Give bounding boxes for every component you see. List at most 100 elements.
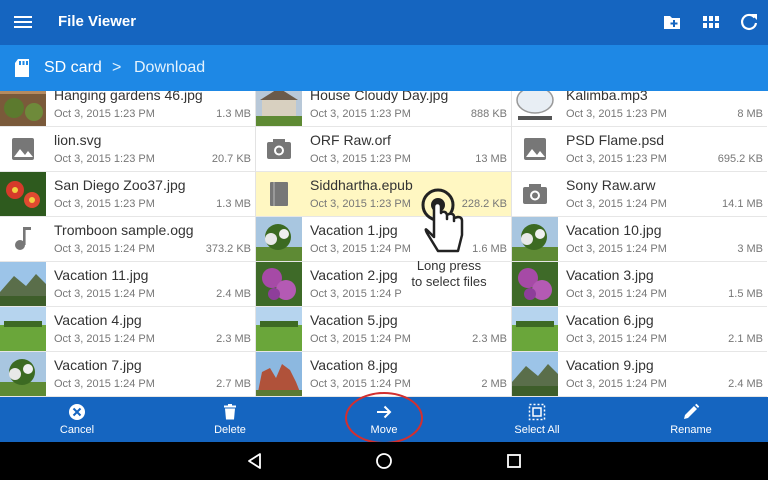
file-thumbnail xyxy=(512,352,558,396)
file-name: Vacation 10.jpg xyxy=(566,222,662,238)
file-item[interactable]: PSD Flame.psd Oct 3, 2015 1:23 PM 695.2 KB xyxy=(512,127,767,172)
file-name: Vacation 2.jpg xyxy=(310,267,398,283)
move-highlight-ring xyxy=(345,392,423,444)
file-item[interactable]: Vacation 7.jpg Oct 3, 2015 1:24 PM 2.7 MB xyxy=(0,352,255,397)
select-all-icon xyxy=(528,403,546,421)
file-name: lion.svg xyxy=(54,132,102,148)
file-item[interactable]: Sony Raw.arw Oct 3, 2015 1:24 PM 14.1 MB xyxy=(512,172,767,217)
file-thumbnail xyxy=(512,307,558,351)
file-name: Vacation 7.jpg xyxy=(54,357,142,373)
file-item[interactable]: Vacation 6.jpg Oct 3, 2015 1:24 PM 2.1 MB xyxy=(512,307,767,352)
cancel-button[interactable]: Cancel xyxy=(17,397,137,442)
file-size: 20.7 KB xyxy=(211,153,251,165)
file-item[interactable]: Tromboon sample.ogg Oct 3, 2015 1:24 PM 37… xyxy=(0,217,255,262)
breadcrumb-separator: > xyxy=(112,59,122,76)
file-date: Oct 3, 2015 1:23 PM xyxy=(566,153,667,165)
select-all-label: Select All xyxy=(514,424,560,436)
file-size: 8 MB xyxy=(737,108,763,120)
select-all-button[interactable]: Select All xyxy=(477,397,597,442)
file-grid: Hanging gardens 46.jpg Oct 3, 2015 1:23 P… xyxy=(0,91,768,397)
hint-line-2: to select files xyxy=(411,274,487,289)
cancel-icon xyxy=(69,404,85,420)
file-item[interactable]: Kalimba.mp3 Oct 3, 2015 1:23 PM 8 MB xyxy=(512,91,767,127)
file-item[interactable]: Hanging gardens 46.jpg Oct 3, 2015 1:23 P… xyxy=(0,91,255,127)
hamburger-icon[interactable] xyxy=(12,11,34,33)
book-icon xyxy=(256,172,302,216)
breadcrumb-root[interactable]: SD card xyxy=(44,59,102,77)
file-size: 2.3 MB xyxy=(216,333,251,345)
file-name: Vacation 8.jpg xyxy=(310,357,398,373)
file-date: Oct 3, 2015 1:24 PM xyxy=(566,243,667,255)
grid-view-icon[interactable] xyxy=(700,11,722,33)
file-name: San Diego Zoo37.jpg xyxy=(54,177,186,193)
file-item[interactable]: Vacation 11.jpg Oct 3, 2015 1:24 PM 2.4 MB xyxy=(0,262,255,307)
file-item[interactable]: Vacation 9.jpg Oct 3, 2015 1:24 PM 2.4 MB xyxy=(512,352,767,397)
file-date: Oct 3, 2015 1:24 PM xyxy=(566,198,667,210)
trash-icon xyxy=(224,404,236,420)
refresh-icon[interactable] xyxy=(738,11,760,33)
file-thumbnail xyxy=(512,262,558,306)
image-icon xyxy=(0,127,46,171)
file-item[interactable]: Vacation 4.jpg Oct 3, 2015 1:24 PM 2.3 MB xyxy=(0,307,255,352)
file-name: PSD Flame.psd xyxy=(566,132,665,148)
touch-hand-icon xyxy=(421,188,464,253)
file-size: 2.4 MB xyxy=(216,288,251,300)
app-bar: File Viewer xyxy=(0,0,768,45)
home-icon[interactable] xyxy=(375,452,393,470)
file-thumbnail xyxy=(0,91,46,126)
rename-label: Rename xyxy=(670,424,712,436)
file-size: 373.2 KB xyxy=(205,243,251,255)
file-size: 695.2 KB xyxy=(717,153,763,165)
file-size: 888 KB xyxy=(470,108,507,120)
rename-button[interactable]: Rename xyxy=(631,397,751,442)
file-date: Oct 3, 2015 1:23 PM xyxy=(310,198,411,210)
file-date: Oct 3, 2015 1:23 PM xyxy=(310,153,411,165)
file-item[interactable]: Siddhartha.epub Oct 3, 2015 1:23 PM 228.2 … xyxy=(256,172,511,217)
system-nav-bar xyxy=(0,442,768,480)
file-name: Vacation 1.jpg xyxy=(310,222,398,238)
file-date: Oct 3, 2015 1:24 PM xyxy=(54,288,155,300)
file-date: Oct 3, 2015 1:24 PM xyxy=(566,333,667,345)
file-name: Kalimba.mp3 xyxy=(566,91,648,103)
delete-button[interactable]: Delete xyxy=(170,397,290,442)
file-item[interactable]: House Cloudy Day.jpg Oct 3, 2015 1:23 PM 8… xyxy=(256,91,511,127)
file-date: Oct 3, 2015 1:24 PM xyxy=(566,288,667,300)
file-item[interactable]: Vacation 5.jpg Oct 3, 2015 1:24 PM 2.3 MB xyxy=(256,307,511,352)
file-date: Oct 3, 2015 1:23 PM xyxy=(54,108,155,120)
file-date: Oct 3, 2015 1:23 PM xyxy=(310,108,411,120)
file-item[interactable]: Vacation 8.jpg Oct 3, 2015 1:24 PM 2 MB xyxy=(256,352,511,397)
file-thumbnail xyxy=(0,262,46,306)
image-icon xyxy=(512,127,558,171)
app-title: File Viewer xyxy=(58,13,137,30)
file-item[interactable]: Vacation 3.jpg Oct 3, 2015 1:24 PM 1.5 MB xyxy=(512,262,767,307)
file-size: 1.3 MB xyxy=(216,198,251,210)
file-name: Siddhartha.epub xyxy=(310,177,413,193)
recents-icon[interactable] xyxy=(505,452,523,470)
file-item[interactable]: ORF Raw.orf Oct 3, 2015 1:23 PM 13 MB xyxy=(256,127,511,172)
file-item[interactable]: San Diego Zoo37.jpg Oct 3, 2015 1:23 PM 1.… xyxy=(0,172,255,217)
file-size: 2.3 MB xyxy=(472,333,507,345)
file-size: 1.6 MB xyxy=(472,243,507,255)
file-date: Oct 3, 2015 1:24 PM xyxy=(54,378,155,390)
file-date: Oct 3, 2015 1:23 PM xyxy=(54,198,155,210)
breadcrumb-current[interactable]: Download xyxy=(134,59,205,77)
pencil-icon xyxy=(684,403,700,419)
file-date: Oct 3, 2015 1:23 PM xyxy=(566,108,667,120)
breadcrumb: SD card > Download xyxy=(0,45,768,91)
file-item[interactable]: lion.svg Oct 3, 2015 1:23 PM 20.7 KB xyxy=(0,127,255,172)
file-size: 2.7 MB xyxy=(216,378,251,390)
file-name: ORF Raw.orf xyxy=(310,132,391,148)
file-thumbnail xyxy=(0,307,46,351)
file-size: 2.1 MB xyxy=(728,333,763,345)
file-size: 14.1 MB xyxy=(722,198,763,210)
file-column: Hanging gardens 46.jpg Oct 3, 2015 1:23 P… xyxy=(0,91,255,397)
file-item[interactable]: Vacation 1.jpg Oct 3, 2015 1:24 PM 1.6 MB xyxy=(256,217,511,262)
back-icon[interactable] xyxy=(246,452,264,470)
file-name: Vacation 3.jpg xyxy=(566,267,654,283)
file-item[interactable]: Vacation 10.jpg Oct 3, 2015 1:24 PM 3 MB xyxy=(512,217,767,262)
file-date: Oct 3, 2015 1:24 PM xyxy=(310,378,411,390)
new-folder-icon[interactable] xyxy=(661,11,683,33)
file-name: Vacation 9.jpg xyxy=(566,357,654,373)
file-thumbnail xyxy=(256,217,302,261)
file-name: Sony Raw.arw xyxy=(566,177,656,193)
